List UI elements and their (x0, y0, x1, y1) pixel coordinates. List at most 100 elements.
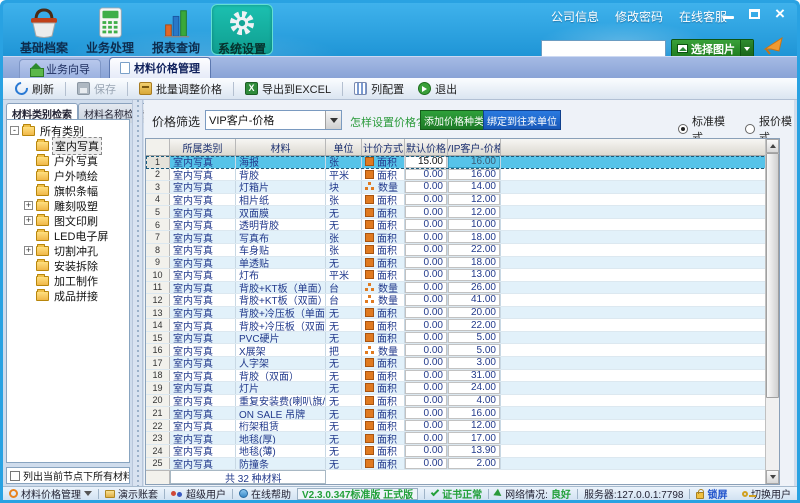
lock-screen-button[interactable]: 锁屏 (696, 486, 727, 501)
cell-default-price[interactable]: 0.00 (405, 445, 448, 457)
header-pricing-method[interactable]: 计价方式 (362, 139, 405, 155)
cell-default-price[interactable]: 0.00 (405, 206, 448, 218)
cell-default-price[interactable]: 0.00 (405, 269, 448, 281)
table-row[interactable]: 23室内写真地毯(厚)无面积0.0017.00 (146, 432, 779, 445)
cell-vip-price[interactable]: 31.00 (448, 370, 501, 382)
list-all-checkbox[interactable] (10, 471, 20, 481)
cell-vip-price[interactable]: 16.00 (448, 407, 501, 419)
cell-vip-price[interactable]: 5.00 (448, 344, 501, 356)
cell-vip-price[interactable]: 2.00 (448, 458, 501, 470)
expand-icon[interactable]: + (24, 216, 33, 225)
table-row[interactable]: 8室内写真车身贴张面积0.0022.00 (146, 244, 779, 257)
tree-item[interactable]: +切割冲孔 (10, 243, 129, 258)
cell-vip-price[interactable]: 22.00 (448, 319, 501, 331)
tab-material-price-management[interactable]: 材料价格管理 (109, 57, 211, 78)
cell-default-price[interactable]: 0.00 (405, 181, 448, 193)
minimize-button[interactable] (719, 6, 737, 21)
table-row[interactable]: 5室内写真双面膜无面积0.0012.00 (146, 206, 779, 219)
table-row[interactable]: 25室内写真防撞条无面积0.002.00 (146, 458, 779, 471)
panel-splitter[interactable] (132, 100, 143, 486)
link-change-password[interactable]: 修改密码 (615, 8, 663, 25)
online-help[interactable]: 在线帮助 (239, 486, 291, 501)
cell-vip-price[interactable]: 5.00 (448, 332, 501, 344)
switch-user-button[interactable]: 切换用户 (742, 486, 791, 501)
cell-vip-price[interactable]: 18.00 (448, 257, 501, 269)
how-to-set-price-link[interactable]: 怎样设置价格? (350, 114, 422, 130)
cell-default-price[interactable]: 0.00 (405, 244, 448, 256)
cell-default-price[interactable]: 0.00 (405, 332, 448, 344)
select-image-dropdown[interactable] (740, 40, 753, 58)
table-row[interactable]: 7室内写真写真布张面积0.0018.00 (146, 231, 779, 244)
refresh-button[interactable]: 刷新 (9, 79, 60, 99)
tree-item[interactable]: 户外写真 (10, 153, 129, 168)
cell-default-price[interactable]: 0.00 (405, 282, 448, 294)
cell-default-price[interactable]: 0.00 (405, 231, 448, 243)
table-row[interactable]: 17室内写真人字架无面积0.003.00 (146, 357, 779, 370)
tree-item[interactable]: 户外喷绘 (10, 168, 129, 183)
account-info[interactable]: 演示账套 (105, 486, 158, 501)
close-button[interactable]: × (771, 6, 789, 21)
tree-item[interactable]: LED电子屏 (10, 228, 129, 243)
tab-business-wizard[interactable]: 业务向导 (19, 59, 101, 78)
table-row[interactable]: 2室内写真背胶平米面积0.0016.00 (146, 169, 779, 182)
cell-vip-price[interactable]: 12.00 (448, 206, 501, 218)
nav-item-business[interactable]: 业务处理 (79, 4, 141, 55)
cell-default-price[interactable]: 0.00 (405, 370, 448, 382)
table-row[interactable]: 6室内写真透明背胶无面积0.0010.00 (146, 219, 779, 232)
cell-vip-price[interactable]: 18.00 (448, 231, 501, 243)
tree-item[interactable]: 加工制作 (10, 273, 129, 288)
price-type-select[interactable]: VIP客户-价格 (205, 110, 342, 130)
expand-icon[interactable]: + (24, 201, 33, 210)
header-vip-price[interactable]: VIP客户-价格 (448, 139, 501, 155)
cell-default-price[interactable]: 0.00 (405, 344, 448, 356)
table-row[interactable]: 14室内写真背胶+冷压板（双面）无面积0.0022.00 (146, 319, 779, 332)
cell-vip-price[interactable]: 17.00 (448, 432, 501, 444)
cell-default-price[interactable]: 0.00 (405, 382, 448, 394)
scroll-up-button[interactable] (766, 139, 779, 153)
table-row[interactable]: 4室内写真相片纸张面积0.0012.00 (146, 194, 779, 207)
cell-default-price[interactable]: 0.00 (405, 407, 448, 419)
table-row[interactable]: 18室内写真背胶（双面）无面积0.0031.00 (146, 370, 779, 383)
cell-vip-price[interactable]: 10.00 (448, 219, 501, 231)
image-text-input[interactable] (541, 40, 666, 58)
expand-icon[interactable]: + (24, 246, 33, 255)
cell-default-price[interactable]: 0.00 (405, 357, 448, 369)
cell-default-price[interactable]: 0.00 (405, 458, 448, 470)
header-category[interactable]: 所属类别 (170, 139, 236, 155)
header-material[interactable]: 材料 (236, 139, 326, 155)
module-menu[interactable]: 材料价格管理 (9, 486, 92, 501)
table-row[interactable]: 12室内写真背胶+KT板（双面）台数量0.0041.00 (146, 294, 779, 307)
cell-default-price[interactable]: 0.00 (405, 219, 448, 231)
cell-vip-price[interactable]: 20.00 (448, 307, 501, 319)
cell-default-price[interactable]: 0.00 (405, 395, 448, 407)
header-default-price[interactable]: 默认价格 (405, 139, 448, 155)
cell-vip-price[interactable]: 24.00 (448, 382, 501, 394)
scroll-down-button[interactable] (766, 470, 779, 484)
cell-default-price[interactable]: 0.00 (405, 307, 448, 319)
add-price-type-button[interactable]: 添加价格种类 (420, 110, 488, 130)
table-row[interactable]: 11室内写真背胶+KT板（单面）台数量0.0026.00 (146, 282, 779, 295)
table-row[interactable]: 1室内写真海报张面积15.0016.00 (146, 156, 779, 169)
export-excel-button[interactable]: 导出到EXCEL (239, 79, 337, 99)
table-row[interactable]: 22室内写真桁架租赁无面积0.0012.00 (146, 420, 779, 433)
vertical-scrollbar[interactable] (765, 139, 779, 484)
tree-item[interactable]: 安装拆除 (10, 258, 129, 273)
header-unit[interactable]: 单位 (326, 139, 362, 155)
table-row[interactable]: 10室内写真灯布平米面积0.0013.00 (146, 269, 779, 282)
table-row[interactable]: 24室内写真地毯(薄)无面积0.0013.90 (146, 445, 779, 458)
nav-item-basic-files[interactable]: 基础档案 (13, 4, 75, 55)
cell-vip-price[interactable]: 12.00 (448, 194, 501, 206)
exit-button[interactable]: 退出 (412, 79, 463, 99)
table-row[interactable]: 16室内写真X展架把数量0.005.00 (146, 344, 779, 357)
cell-vip-price[interactable]: 26.00 (448, 282, 501, 294)
table-row[interactable]: 19室内写真灯片无面积0.0024.00 (146, 382, 779, 395)
cell-vip-price[interactable]: 16.00 (448, 169, 501, 181)
bind-partner-button[interactable]: 绑定到往来单位 (483, 110, 561, 130)
nav-item-reports[interactable]: 报表查询 (145, 4, 207, 55)
table-row[interactable]: 13室内写真背胶+冷压板（单面）无面积0.0020.00 (146, 307, 779, 320)
cell-default-price[interactable]: 0.00 (405, 294, 448, 306)
table-row[interactable]: 20室内写真重复安装费(喇叭旗/门挂无面积0.004.00 (146, 395, 779, 408)
cell-default-price[interactable]: 0.00 (405, 432, 448, 444)
cell-vip-price[interactable]: 14.00 (448, 181, 501, 193)
table-row[interactable]: 9室内写真单透贴无面积0.0018.00 (146, 257, 779, 270)
